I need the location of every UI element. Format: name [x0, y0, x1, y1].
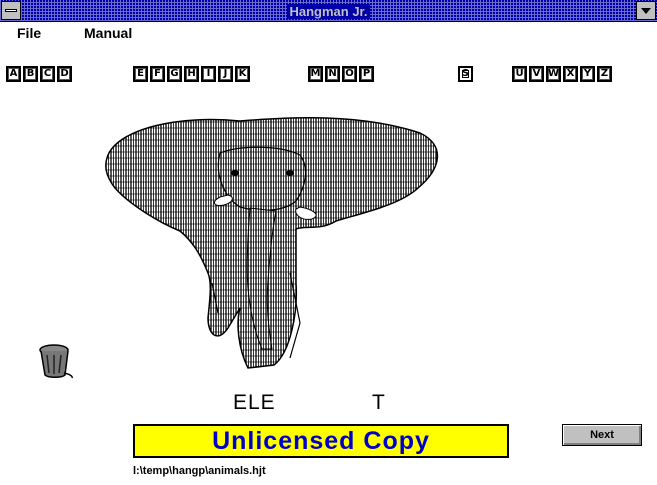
letter-button-x[interactable]: X — [563, 66, 578, 82]
letter-button-e[interactable]: E — [133, 66, 148, 82]
letter-buttons: A B C D E F G H I J K M N O P S U V W X … — [0, 66, 657, 84]
window-title-container: Hangman Jr. — [0, 3, 657, 21]
unlicensed-banner-text: Unlicensed Copy — [212, 427, 430, 455]
menu-bar: File Manual — [0, 22, 657, 42]
letter-button-b[interactable]: B — [23, 66, 38, 82]
letter-button-d[interactable]: D — [57, 66, 72, 82]
letter-button-j[interactable]: J — [218, 66, 233, 82]
letter-button-o[interactable]: O — [342, 66, 357, 82]
letter-button-s[interactable]: S — [458, 66, 473, 82]
letter-button-v[interactable]: V — [529, 66, 544, 82]
letter-button-z[interactable]: Z — [597, 66, 612, 82]
letter-button-f[interactable]: F — [150, 66, 165, 82]
file-path: l:\temp\hangp\animals.hjt — [133, 465, 266, 477]
trash-can-icon[interactable] — [36, 343, 76, 384]
letter-button-w[interactable]: W — [546, 66, 561, 82]
letter-button-u[interactable]: U — [512, 66, 527, 82]
elephant-picture — [100, 113, 445, 378]
letter-button-k[interactable]: K — [235, 66, 250, 82]
letter-button-p[interactable]: P — [359, 66, 374, 82]
letter-button-m[interactable]: M — [308, 66, 323, 82]
minimize-icon — [641, 8, 651, 14]
letter-button-c[interactable]: C — [40, 66, 55, 82]
next-button[interactable]: Next — [562, 424, 642, 446]
letter-button-n[interactable]: N — [325, 66, 340, 82]
letter-button-a[interactable]: A — [6, 66, 21, 82]
letter-button-h[interactable]: H — [184, 66, 199, 82]
word-display-part2: T — [372, 391, 386, 414]
menu-manual[interactable]: Manual — [84, 25, 132, 41]
window-title: Hangman Jr. — [287, 4, 370, 19]
word-display-part1: ELE — [233, 391, 276, 414]
letter-button-g[interactable]: G — [167, 66, 182, 82]
menu-file[interactable]: File — [17, 25, 41, 41]
letter-button-i[interactable]: I — [201, 66, 216, 82]
letter-button-y[interactable]: Y — [580, 66, 595, 82]
unlicensed-banner: Unlicensed Copy — [133, 424, 509, 458]
title-bar[interactable]: Hangman Jr. — [0, 0, 657, 22]
minimize-button[interactable] — [636, 1, 656, 20]
